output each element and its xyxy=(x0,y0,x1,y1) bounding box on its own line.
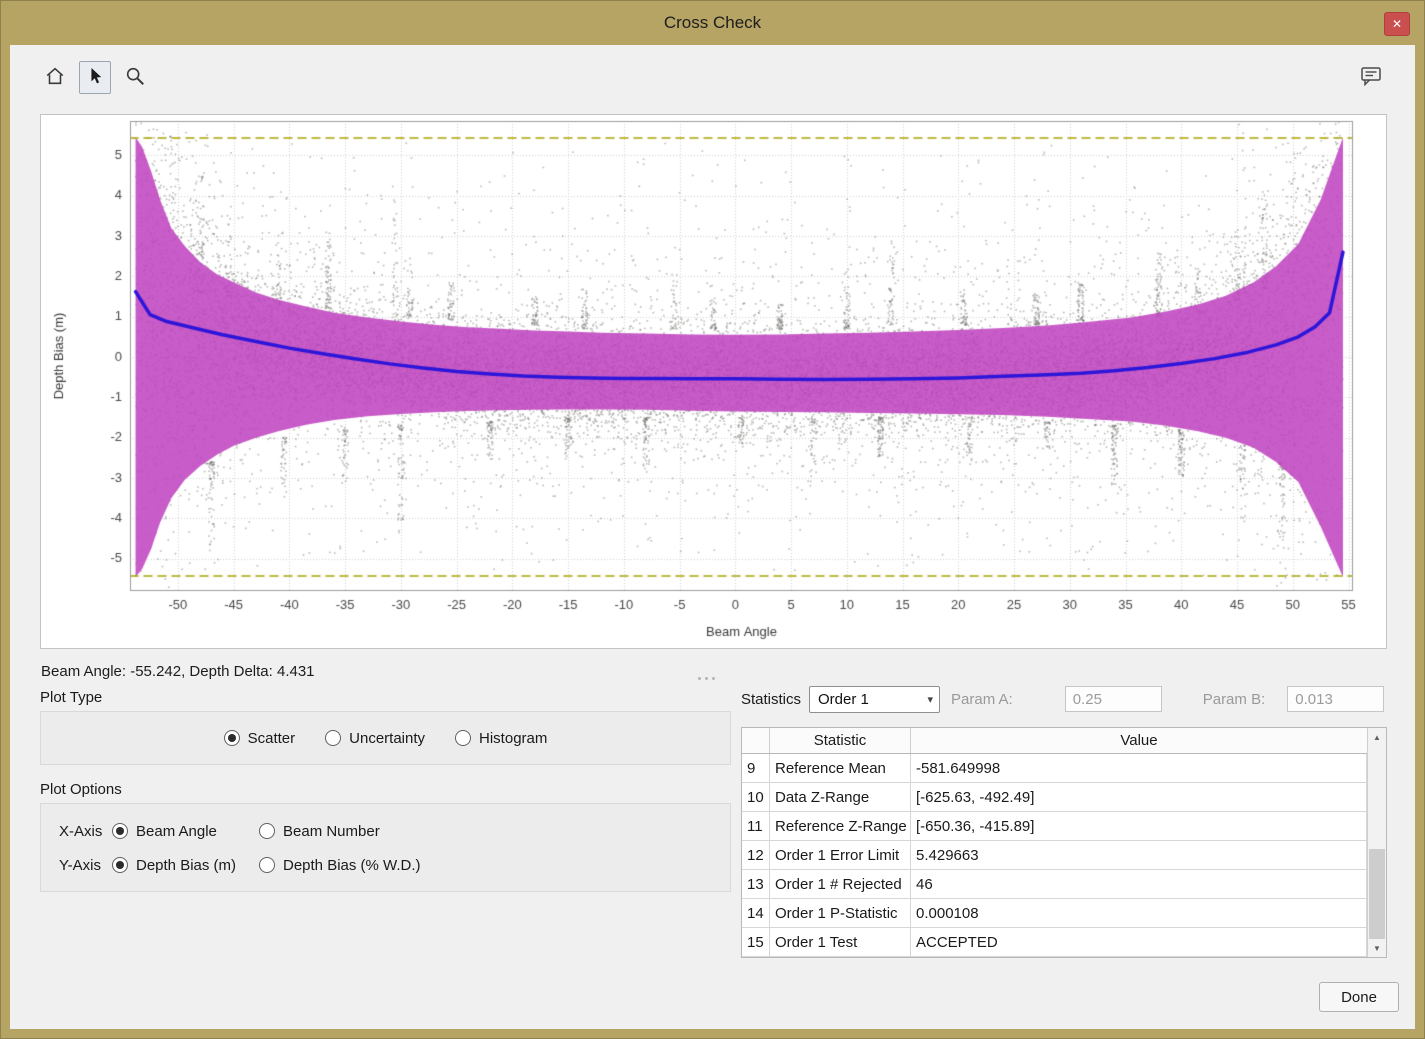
statistics-header: Statistics Order 1 ▾ Param A: Param B: xyxy=(741,684,1387,714)
home-icon xyxy=(44,65,66,90)
radio-beam-angle-label: Beam Angle xyxy=(136,823,217,840)
scroll-down-arrow-icon[interactable]: ▼ xyxy=(1368,939,1386,957)
radio-histogram-indicator xyxy=(455,730,471,746)
row-value: 0.000108 xyxy=(911,899,1367,927)
window-title: Cross Check xyxy=(664,13,761,33)
row-statistic: Order 1 # Rejected xyxy=(770,870,911,898)
table-row[interactable]: 14 Order 1 P-Statistic 0.000108 xyxy=(742,899,1386,928)
radio-beam-number-indicator xyxy=(259,823,275,839)
row-number: 14 xyxy=(742,899,770,927)
home-button[interactable] xyxy=(40,62,70,93)
statistics-heading: Statistics xyxy=(741,691,801,708)
row-statistic: Reference Mean xyxy=(770,754,911,782)
row-value: -581.649998 xyxy=(911,754,1367,782)
y-axis-label: Y-Axis xyxy=(59,857,112,874)
table-row[interactable]: 10 Data Z-Range [-625.63, -492.49] xyxy=(742,783,1386,812)
table-header: Statistic Value xyxy=(742,728,1386,754)
header-statistic: Statistic xyxy=(770,728,911,753)
annotation-list-icon xyxy=(1359,64,1383,91)
statistics-table: Statistic Value 9 Reference Mean -581.64… xyxy=(741,727,1387,958)
header-row-number xyxy=(742,728,770,753)
row-number: 15 xyxy=(742,928,770,956)
radio-histogram[interactable]: Histogram xyxy=(455,730,547,747)
scroll-up-arrow-icon[interactable]: ▲ xyxy=(1368,728,1386,746)
param-a-label: Param A: xyxy=(951,691,1013,708)
radio-uncertainty-indicator xyxy=(325,730,341,746)
magnifier-icon xyxy=(124,65,146,90)
plot-options-group: X-Axis Beam Angle Beam Number Y-Axis Dep… xyxy=(40,803,731,892)
row-statistic: Reference Z-Range xyxy=(770,812,911,840)
row-statistic: Data Z-Range xyxy=(770,783,911,811)
radio-depth-bias-m-label: Depth Bias (m) xyxy=(136,857,236,874)
cross-check-window: Cross Check ✕ xyxy=(0,0,1425,1039)
radio-histogram-label: Histogram xyxy=(479,730,547,747)
pointer-tool-button[interactable] xyxy=(79,61,111,94)
plot-type-group: Scatter Uncertainty Histogram xyxy=(40,711,731,765)
plot-type-heading: Plot Type xyxy=(40,689,102,706)
radio-scatter-label: Scatter xyxy=(248,730,296,747)
dropdown-value: Order 1 xyxy=(818,691,869,708)
cursor-position-readout: Beam Angle: -55.242, Depth Delta: 4.431 xyxy=(41,663,315,680)
radio-beam-number[interactable]: Beam Number xyxy=(259,823,380,840)
radio-depth-bias-wd[interactable]: Depth Bias (% W.D.) xyxy=(259,857,421,874)
radio-scatter-indicator xyxy=(224,730,240,746)
zoom-tool-button[interactable] xyxy=(120,62,150,93)
row-value: [-625.63, -492.49] xyxy=(911,783,1367,811)
row-value: 46 xyxy=(911,870,1367,898)
row-statistic: Order 1 Error Limit xyxy=(770,841,911,869)
row-number: 10 xyxy=(742,783,770,811)
radio-beam-angle[interactable]: Beam Angle xyxy=(112,823,259,840)
table-row[interactable]: 15 Order 1 Test ACCEPTED xyxy=(742,928,1386,957)
radio-uncertainty[interactable]: Uncertainty xyxy=(325,730,425,747)
row-number: 11 xyxy=(742,812,770,840)
plot-panel xyxy=(40,114,1387,649)
splitter-grip[interactable] xyxy=(698,675,722,681)
x-axis-label: X-Axis xyxy=(59,823,112,840)
row-value: 5.429663 xyxy=(911,841,1367,869)
radio-uncertainty-label: Uncertainty xyxy=(349,730,425,747)
table-row[interactable]: 13 Order 1 # Rejected 46 xyxy=(742,870,1386,899)
scrollbar-thumb[interactable] xyxy=(1369,849,1385,939)
header-value: Value xyxy=(911,728,1367,753)
radio-scatter[interactable]: Scatter xyxy=(224,730,296,747)
radio-depth-bias-wd-label: Depth Bias (% W.D.) xyxy=(283,857,421,874)
radio-beam-number-label: Beam Number xyxy=(283,823,380,840)
row-statistic: Order 1 Test xyxy=(770,928,911,956)
dialog-content: Beam Angle: -55.242, Depth Delta: 4.431 … xyxy=(10,45,1415,1029)
param-b-input[interactable] xyxy=(1287,686,1384,712)
annotations-button[interactable] xyxy=(1355,61,1387,94)
radio-depth-bias-m-indicator xyxy=(112,857,128,873)
close-button[interactable]: ✕ xyxy=(1384,12,1410,36)
statistics-order-dropdown[interactable]: Order 1 ▾ xyxy=(809,686,940,713)
close-icon: ✕ xyxy=(1392,17,1402,31)
table-scrollbar[interactable]: ▲ ▼ xyxy=(1367,728,1386,957)
param-b-label: Param B: xyxy=(1203,691,1266,708)
table-row[interactable]: 12 Order 1 Error Limit 5.429663 xyxy=(742,841,1386,870)
radio-depth-bias-m[interactable]: Depth Bias (m) xyxy=(112,857,259,874)
x-axis-row: X-Axis Beam Angle Beam Number xyxy=(59,816,730,846)
table-row[interactable]: 9 Reference Mean -581.649998 xyxy=(742,754,1386,783)
titlebar: Cross Check xyxy=(1,1,1424,45)
row-statistic: Order 1 P-Statistic xyxy=(770,899,911,927)
crosscheck-scatter-chart[interactable] xyxy=(41,115,1386,648)
radio-depth-bias-wd-indicator xyxy=(259,857,275,873)
radio-beam-angle-indicator xyxy=(112,823,128,839)
row-number: 13 xyxy=(742,870,770,898)
row-value: [-650.36, -415.89] xyxy=(911,812,1367,840)
plot-options-heading: Plot Options xyxy=(40,781,122,798)
done-button[interactable]: Done xyxy=(1319,982,1399,1012)
toolbar xyxy=(40,59,1387,95)
row-number: 12 xyxy=(742,841,770,869)
y-axis-row: Y-Axis Depth Bias (m) Depth Bias (% W.D.… xyxy=(59,850,730,880)
chevron-down-icon: ▾ xyxy=(927,693,933,706)
param-a-input[interactable] xyxy=(1065,686,1162,712)
cursor-icon xyxy=(87,66,103,89)
row-number: 9 xyxy=(742,754,770,782)
table-row[interactable]: 11 Reference Z-Range [-650.36, -415.89] xyxy=(742,812,1386,841)
row-value: ACCEPTED xyxy=(911,928,1367,956)
